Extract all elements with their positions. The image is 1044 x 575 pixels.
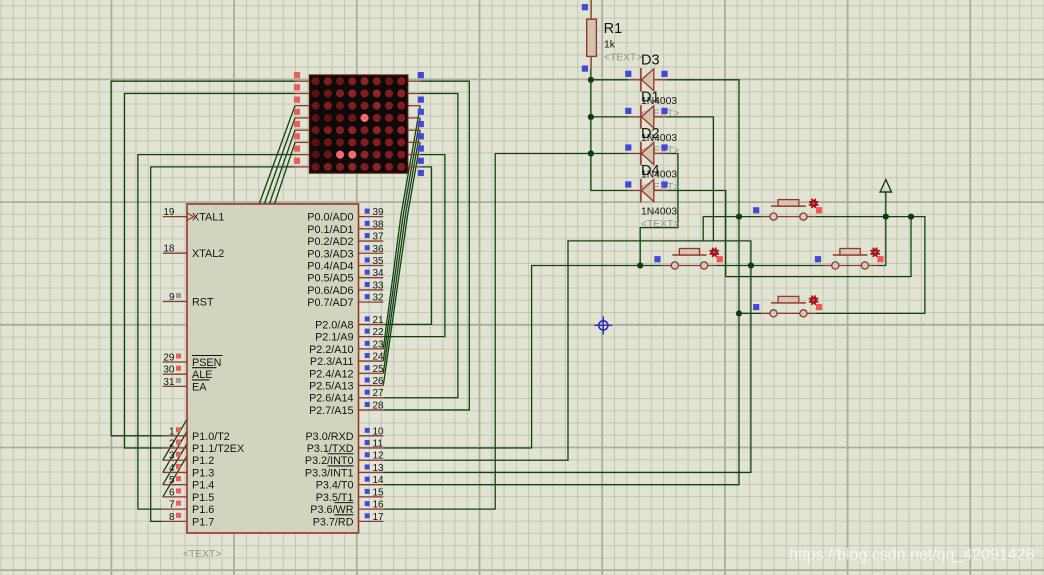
svg-text:10: 10 [373, 426, 385, 437]
svg-text:9: 9 [169, 292, 175, 303]
svg-text:P1.4: P1.4 [192, 480, 214, 492]
svg-text:<TEXT>: <TEXT> [604, 53, 642, 64]
svg-text:11: 11 [373, 439, 384, 450]
svg-text:EA: EA [192, 381, 207, 393]
svg-text:6: 6 [169, 487, 175, 498]
svg-text:<TEXT>: <TEXT> [183, 549, 221, 560]
svg-text:29: 29 [163, 353, 175, 364]
svg-text:19: 19 [163, 207, 175, 218]
svg-text:P1.6: P1.6 [192, 504, 214, 516]
svg-text:30: 30 [163, 365, 175, 376]
svg-text:21: 21 [373, 315, 385, 326]
svg-text:RST: RST [192, 297, 214, 309]
svg-text:15: 15 [373, 487, 385, 498]
svg-text:4: 4 [169, 463, 175, 474]
svg-text:12: 12 [373, 451, 385, 462]
svg-text:P0.7/AD7: P0.7/AD7 [307, 297, 353, 309]
svg-text:3: 3 [169, 451, 175, 462]
svg-text:P0.4/AD4: P0.4/AD4 [307, 260, 353, 272]
svg-text:D1: D1 [641, 89, 660, 105]
svg-text:38: 38 [373, 219, 385, 230]
svg-text:33: 33 [373, 280, 385, 291]
svg-text:D3: D3 [641, 52, 660, 68]
svg-text:18: 18 [163, 244, 175, 255]
svg-text:23: 23 [373, 339, 385, 350]
svg-text:8: 8 [169, 512, 175, 523]
svg-text:P3.7/RD: P3.7/RD [313, 516, 354, 528]
svg-text:https://blog.csdn.net/qq_42091: https://blog.csdn.net/qq_42091428 [789, 547, 1035, 564]
svg-text:P3.4/T0: P3.4/T0 [316, 480, 354, 492]
svg-text:16: 16 [373, 500, 385, 511]
svg-text:P2.5/A13: P2.5/A13 [309, 381, 353, 393]
svg-text:1: 1 [169, 426, 175, 437]
svg-text:37: 37 [373, 232, 385, 243]
svg-text:XTAL2: XTAL2 [192, 248, 224, 260]
svg-text:D2: D2 [641, 126, 660, 142]
svg-text:<TEXT>: <TEXT> [641, 219, 679, 230]
svg-text:22: 22 [373, 327, 385, 338]
svg-text:2: 2 [169, 439, 175, 450]
svg-text:P1.1/T2EX: P1.1/T2EX [192, 443, 244, 455]
svg-text:17: 17 [373, 512, 385, 523]
svg-text:28: 28 [373, 400, 385, 411]
svg-text:P3.0/RXD: P3.0/RXD [305, 431, 353, 443]
svg-text:P2.2/A10: P2.2/A10 [309, 344, 353, 356]
svg-text:D4: D4 [641, 163, 660, 179]
svg-text:P0.6/AD6: P0.6/AD6 [307, 285, 353, 297]
svg-text:14: 14 [373, 475, 385, 486]
svg-text:R1: R1 [604, 21, 623, 37]
svg-text:P3.3/INT1: P3.3/INT1 [305, 467, 354, 479]
svg-text:31: 31 [163, 377, 175, 388]
svg-text:P0.0/AD0: P0.0/AD0 [307, 212, 353, 224]
svg-text:36: 36 [373, 244, 385, 255]
svg-text:13: 13 [373, 463, 385, 474]
svg-text:26: 26 [373, 376, 385, 387]
svg-text:P2.7/A15: P2.7/A15 [309, 405, 353, 417]
svg-text:P2.1/A9: P2.1/A9 [315, 332, 353, 344]
svg-text:P1.3: P1.3 [192, 467, 214, 479]
svg-text:P1.2: P1.2 [192, 455, 214, 467]
svg-text:7: 7 [169, 500, 175, 511]
svg-text:P0.3/AD3: P0.3/AD3 [307, 248, 353, 260]
svg-text:P1.7: P1.7 [192, 516, 214, 528]
svg-text:P2.4/A12: P2.4/A12 [309, 368, 353, 380]
svg-text:34: 34 [373, 268, 385, 279]
svg-text:27: 27 [373, 388, 385, 399]
svg-text:35: 35 [373, 256, 385, 267]
svg-text:P0.5/AD5: P0.5/AD5 [307, 273, 353, 285]
svg-text:32: 32 [373, 293, 385, 304]
svg-text:XTAL1: XTAL1 [192, 212, 224, 224]
svg-text:P0.2/AD2: P0.2/AD2 [307, 236, 353, 248]
svg-text:39: 39 [373, 207, 385, 218]
svg-text:24: 24 [373, 352, 385, 363]
svg-text:P1.5: P1.5 [192, 492, 214, 504]
svg-text:P2.6/A14: P2.6/A14 [309, 393, 353, 405]
svg-text:5: 5 [169, 475, 175, 486]
svg-text:1N4003: 1N4003 [641, 207, 677, 218]
svg-text:P2.3/A11: P2.3/A11 [310, 356, 354, 368]
svg-text:P1.0/T2: P1.0/T2 [192, 431, 230, 443]
svg-text:P2.0/A8: P2.0/A8 [315, 319, 353, 331]
svg-text:25: 25 [373, 364, 385, 375]
svg-text:1k: 1k [604, 40, 616, 51]
svg-text:P0.1/AD1: P0.1/AD1 [307, 224, 353, 236]
